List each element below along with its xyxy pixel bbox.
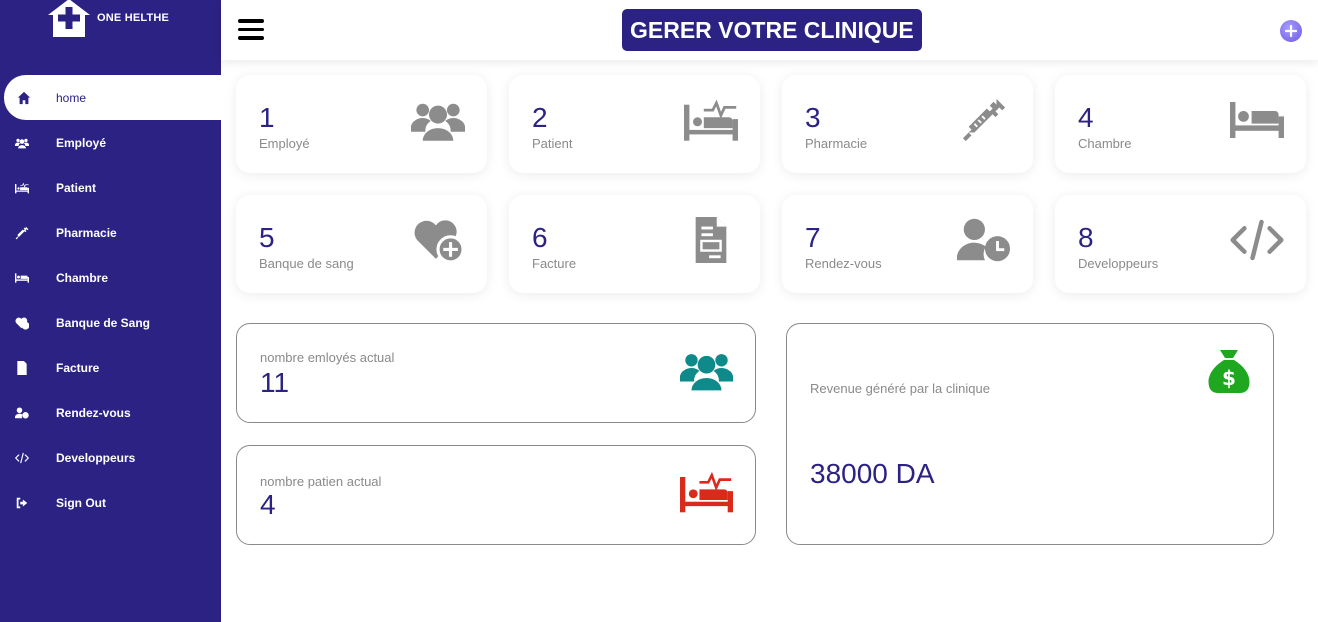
invoice-icon <box>684 217 738 263</box>
card-number: 8 <box>1078 222 1094 253</box>
sidebar-item-facture[interactable]: Facture <box>0 345 221 390</box>
sidebar-item-label: Facture <box>56 360 100 375</box>
users-icon <box>0 136 56 150</box>
panel-label: Revenue généré par la clinique <box>810 381 990 396</box>
syringe-icon <box>957 97 1011 143</box>
employees-count-panel: nombre emloyés actual 11 <box>236 323 756 423</box>
users-icon <box>411 97 465 143</box>
invoice-icon <box>0 361 56 375</box>
sidebar-item-chambre[interactable]: Chambre <box>0 255 221 300</box>
patients-count-panel: nombre patien actual 4 <box>236 445 756 545</box>
sign-out-icon <box>0 496 56 510</box>
brand[interactable]: ONE HELTHE <box>48 0 169 40</box>
sidebar-item-label: Employé <box>56 135 107 150</box>
hospital-bed-icon <box>684 97 738 143</box>
page-title: GERER VOTRE CLINIQUE <box>622 9 922 51</box>
card-developpeurs[interactable]: 8 Developpeurs <box>1055 195 1306 293</box>
users-icon <box>680 348 733 392</box>
hospital-logo-icon <box>48 0 90 37</box>
sidebar-item-label: Rendez-vous <box>56 405 131 420</box>
sidebar-item-home[interactable]: home <box>4 75 221 120</box>
syringe-icon <box>0 226 56 240</box>
card-label: Employé <box>259 136 310 151</box>
bed-icon <box>1230 97 1284 143</box>
card-label: Pharmacie <box>805 136 868 151</box>
card-number: 3 <box>805 102 821 133</box>
revenue-value: 38000 DA <box>810 458 935 489</box>
heart-plus-icon <box>0 316 56 330</box>
card-label: Developpeurs <box>1078 256 1159 271</box>
sidebar-item-pharmacie[interactable]: Pharmacie <box>0 210 221 255</box>
card-label: Banque de sang <box>259 256 354 271</box>
card-employe[interactable]: 1 Employé <box>236 75 487 173</box>
home-icon <box>4 91 56 105</box>
sidebar-item-developpeurs[interactable]: Developpeurs <box>0 435 221 480</box>
sidebar-item-label: home <box>56 90 87 105</box>
card-label: Patient <box>532 136 573 151</box>
card-number: 7 <box>805 222 821 253</box>
card-label: Rendez-vous <box>805 256 882 271</box>
sidebar-item-label: Patient <box>56 180 97 195</box>
sidebar: ONE HELTHE home Employé Patient Pharmaci… <box>0 0 221 622</box>
hospital-bed-icon <box>0 181 56 195</box>
sidebar-item-label: Banque de Sang <box>56 315 151 330</box>
card-number: 1 <box>259 102 275 133</box>
plus-circle-icon[interactable] <box>1280 20 1302 42</box>
card-chambre[interactable]: 4 Chambre <box>1055 75 1306 173</box>
bed-icon <box>0 271 56 285</box>
sidebar-item-employe[interactable]: Employé <box>0 120 221 165</box>
card-patient[interactable]: 2 Patient <box>509 75 760 173</box>
panel-label: nombre patien actual <box>260 474 382 489</box>
card-number: 4 <box>1078 102 1094 133</box>
sidebar-item-banque-de-sang[interactable]: Banque de Sang <box>0 300 221 345</box>
money-bag-icon <box>1207 348 1251 394</box>
brand-name: ONE HELTHE <box>97 12 170 24</box>
sidebar-item-rendez-vous[interactable]: Rendez-vous <box>0 390 221 435</box>
sidebar-item-label: Sign Out <box>56 495 106 510</box>
panel-value: 4 <box>260 489 276 520</box>
sidebar-item-sign-out[interactable]: Sign Out <box>0 480 221 525</box>
user-clock-icon <box>0 406 56 420</box>
sidebar-item-patient[interactable]: Patient <box>0 165 221 210</box>
card-number: 2 <box>532 102 548 133</box>
card-label: Chambre <box>1078 136 1132 151</box>
menu-toggle-icon[interactable] <box>238 19 264 41</box>
panel-value: 11 <box>260 367 290 398</box>
hospital-bed-icon <box>680 470 733 514</box>
card-number: 5 <box>259 222 275 253</box>
revenue-panel: Revenue généré par la clinique 38000 DA <box>786 323 1274 545</box>
panel-label: nombre emloyés actual <box>260 350 395 365</box>
heart-plus-icon <box>411 217 465 263</box>
user-clock-icon <box>957 217 1011 263</box>
sidebar-item-label: Pharmacie <box>56 225 117 240</box>
topbar: GERER VOTRE CLINIQUE <box>221 0 1318 60</box>
sidebar-nav: home Employé Patient Pharmacie Chambre B… <box>0 75 221 525</box>
code-icon <box>0 451 56 465</box>
sidebar-item-label: Developpeurs <box>56 450 136 465</box>
card-pharmacie[interactable]: 3 Pharmacie <box>782 75 1033 173</box>
sidebar-item-label: Chambre <box>56 270 109 285</box>
card-banque-de-sang[interactable]: 5 Banque de sang <box>236 195 487 293</box>
code-icon <box>1230 217 1284 263</box>
card-rendez-vous[interactable]: 7 Rendez-vous <box>782 195 1033 293</box>
card-facture[interactable]: 6 Facture <box>509 195 760 293</box>
card-number: 6 <box>532 222 548 253</box>
card-label: Facture <box>532 256 577 271</box>
